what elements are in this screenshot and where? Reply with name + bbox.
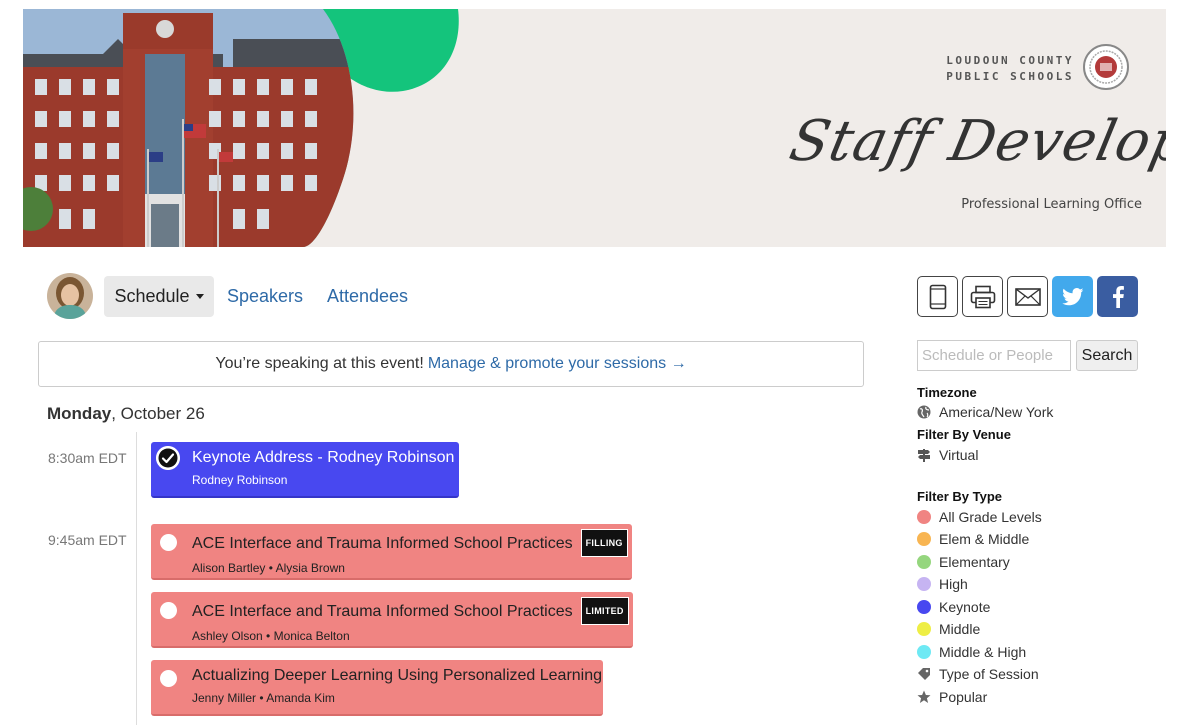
- email-icon: [1014, 287, 1041, 306]
- type-label: Middle & High: [939, 644, 1027, 660]
- color-swatch: [917, 532, 931, 546]
- add-session-circle-icon[interactable]: [160, 602, 177, 619]
- attendees-link[interactable]: Attendees: [327, 286, 408, 307]
- type-of-session-filter[interactable]: Type of Session: [917, 666, 1039, 682]
- email-button[interactable]: [1007, 276, 1048, 317]
- type-label: All Grade Levels: [939, 509, 1042, 525]
- signpost-icon: [917, 448, 931, 462]
- speaker-notice-text: You’re speaking at this event!: [215, 355, 424, 372]
- type-label: High: [939, 576, 968, 592]
- staff-development-title: Staff Development: [784, 109, 1166, 174]
- session-speakers: Rodney Robinson: [192, 473, 288, 487]
- type-of-session-label: Type of Session: [939, 666, 1039, 682]
- session-speakers: Ashley Olson • Monica Belton: [192, 629, 350, 643]
- tag-icon: [917, 667, 931, 681]
- venue-heading: Filter By Venue: [917, 427, 1011, 442]
- star-icon: [917, 690, 931, 704]
- search-button[interactable]: Search: [1076, 340, 1138, 371]
- time-slot-label: 8:30am EDT: [48, 450, 127, 466]
- type-label: Middle: [939, 621, 981, 637]
- session-title-row: ACE Interface and Trauma Informed School…: [192, 597, 629, 625]
- type-label: Elem & Middle: [939, 531, 1030, 547]
- avatar[interactable]: [47, 273, 93, 319]
- mobile-app-button[interactable]: [917, 276, 958, 317]
- header-banner: LOUDOUN COUNTY PUBLIC SCHOOLS Staff Deve…: [23, 9, 1166, 247]
- type-filter-high[interactable]: High: [917, 576, 968, 592]
- facebook-icon: [1112, 285, 1124, 308]
- district-seal-icon: [1083, 44, 1129, 90]
- globe-icon: [917, 405, 931, 419]
- manage-sessions-link[interactable]: Manage & promote your sessions →: [428, 355, 687, 373]
- venue-value: Virtual: [939, 447, 979, 463]
- limited-badge: LIMITED: [580, 597, 629, 625]
- checkmark-circle-icon[interactable]: [156, 446, 180, 470]
- timezone-heading: Timezone: [917, 385, 977, 400]
- type-label: Keynote: [939, 599, 991, 615]
- color-swatch: [917, 600, 931, 614]
- session-title: ACE Interface and Trauma Informed School…: [192, 603, 573, 620]
- district-name: LOUDOUN COUNTY PUBLIC SCHOOLS: [946, 54, 1074, 83]
- venue-filter-virtual[interactable]: Virtual: [917, 447, 978, 463]
- print-button[interactable]: [962, 276, 1003, 317]
- type-filter-elementary[interactable]: Elementary: [917, 554, 1010, 570]
- type-filter-middle[interactable]: Middle: [917, 621, 980, 637]
- filling-badge: FILLING: [580, 529, 628, 557]
- schedule-dropdown-button[interactable]: Schedule: [104, 276, 214, 317]
- session-card[interactable]: Keynote Address - Rodney Robinson Rodney…: [151, 442, 459, 498]
- session-title: ACE Interface and Trauma Informed School…: [192, 535, 573, 552]
- session-title: Keynote Address - Rodney Robinson: [192, 449, 455, 466]
- type-label: Elementary: [939, 554, 1010, 570]
- schedule-label: Schedule: [114, 286, 190, 306]
- add-session-circle-icon[interactable]: [160, 534, 177, 551]
- color-swatch: [917, 555, 931, 569]
- facebook-share-button[interactable]: [1097, 276, 1138, 317]
- day-heading: Monday, October 26: [47, 404, 205, 424]
- speaker-notice: You’re speaking at this event! Manage & …: [38, 341, 864, 387]
- add-session-circle-icon[interactable]: [160, 670, 177, 687]
- speakers-link[interactable]: Speakers: [227, 286, 303, 307]
- popular-label: Popular: [939, 689, 988, 705]
- session-card[interactable]: ACE Interface and Trauma Informed School…: [151, 524, 632, 580]
- type-filter-all-grade-levels[interactable]: All Grade Levels: [917, 509, 1042, 525]
- print-icon: [970, 285, 995, 308]
- caret-down-icon: [195, 294, 204, 299]
- color-swatch: [917, 622, 931, 636]
- timezone-value: America/New York: [939, 404, 1054, 420]
- search-input[interactable]: [917, 340, 1071, 371]
- type-filter-elem-middle[interactable]: Elem & Middle: [917, 531, 1029, 547]
- mobile-icon: [929, 284, 946, 309]
- color-swatch: [917, 510, 931, 524]
- color-swatch: [917, 577, 931, 591]
- session-title-row: ACE Interface and Trauma Informed School…: [192, 529, 628, 557]
- office-subtitle: Professional Learning Office: [961, 197, 1142, 212]
- time-slot-label: 9:45am EDT: [48, 532, 127, 548]
- session-speakers: Jenny Miller • Amanda Kim: [192, 691, 335, 705]
- day-weekday: Monday: [47, 404, 112, 423]
- day-date: , October 26: [111, 404, 205, 423]
- type-filter-keynote[interactable]: Keynote: [917, 599, 990, 615]
- popular-filter[interactable]: Popular: [917, 689, 987, 705]
- session-speakers: Alison Bartley • Alysia Brown: [192, 561, 345, 575]
- timeline-divider: [136, 432, 137, 725]
- type-heading: Filter By Type: [917, 489, 1003, 504]
- session-card[interactable]: ACE Interface and Trauma Informed School…: [151, 592, 633, 648]
- timezone-selector[interactable]: America/New York: [917, 404, 1053, 420]
- session-title: Actualizing Deeper Learning Using Person…: [192, 667, 603, 684]
- user-avatar-icon: [47, 273, 93, 319]
- type-filter-middle-high[interactable]: Middle & High: [917, 644, 1026, 660]
- color-swatch: [917, 645, 931, 659]
- twitter-icon: [1061, 287, 1083, 305]
- twitter-share-button[interactable]: [1052, 276, 1093, 317]
- session-card[interactable]: Actualizing Deeper Learning Using Person…: [151, 660, 603, 716]
